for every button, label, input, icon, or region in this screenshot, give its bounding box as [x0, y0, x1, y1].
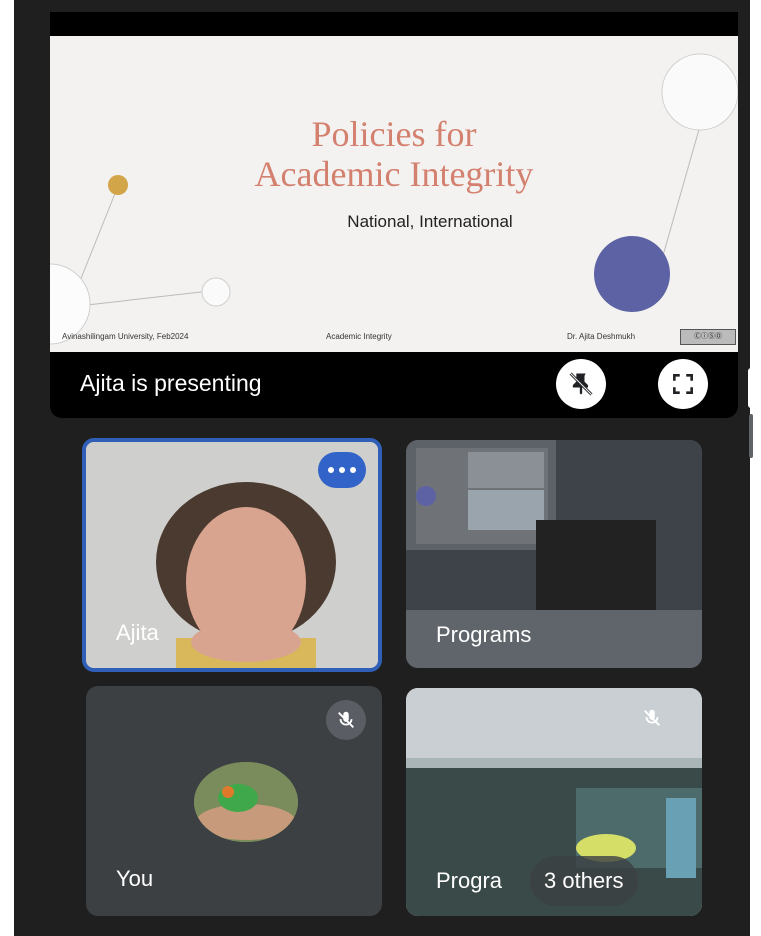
participant-name: Programs	[436, 622, 532, 647]
slide-subtitle: National, International	[347, 212, 513, 231]
slide-title: Policies for Academic Integrity	[254, 114, 534, 194]
unpin-button[interactable]	[556, 359, 606, 409]
presentation-panel: Policies for Academic Integrity National…	[50, 12, 738, 418]
others-count-chip[interactable]: 3 others	[530, 856, 638, 906]
participant-tile-others[interactable]: Progra 3 others	[406, 688, 702, 916]
mic-off-icon	[326, 700, 366, 740]
participant-tile-you[interactable]: You	[86, 686, 382, 916]
scroll-track[interactable]	[749, 414, 753, 458]
cc-license-icon: ⒸⓘⓈⓄ	[680, 329, 736, 345]
slide-footer-center: Academic Integrity	[326, 332, 392, 341]
fullscreen-icon	[673, 374, 693, 394]
participant-name: Progra	[436, 868, 503, 893]
pin-off-icon	[569, 372, 593, 396]
participant-tile-programs[interactable]: Programs	[406, 440, 702, 668]
tile-options-button[interactable]	[318, 452, 366, 488]
shared-slide: Policies for Academic Integrity National…	[50, 36, 738, 352]
meet-app: Policies for Academic Integrity National…	[14, 0, 754, 936]
more-horiz-icon	[328, 467, 356, 473]
participant-name: Ajita	[116, 620, 159, 645]
slide-decoration	[50, 53, 738, 345]
scroll-thumb[interactable]	[748, 368, 754, 408]
participant-name: You	[116, 866, 154, 891]
scrollbar[interactable]	[748, 368, 754, 460]
participant-tile-ajita[interactable]: Ajita	[82, 438, 382, 672]
slide-footer-right: Dr. Ajita Deshmukh	[567, 332, 636, 341]
mic-off-icon	[632, 698, 672, 738]
avatar	[194, 762, 298, 842]
presenting-label: Ajita is presenting	[80, 370, 262, 396]
slide-footer-left: Avinashilingam University, Feb2024	[62, 332, 189, 341]
fullscreen-button[interactable]	[658, 359, 708, 409]
